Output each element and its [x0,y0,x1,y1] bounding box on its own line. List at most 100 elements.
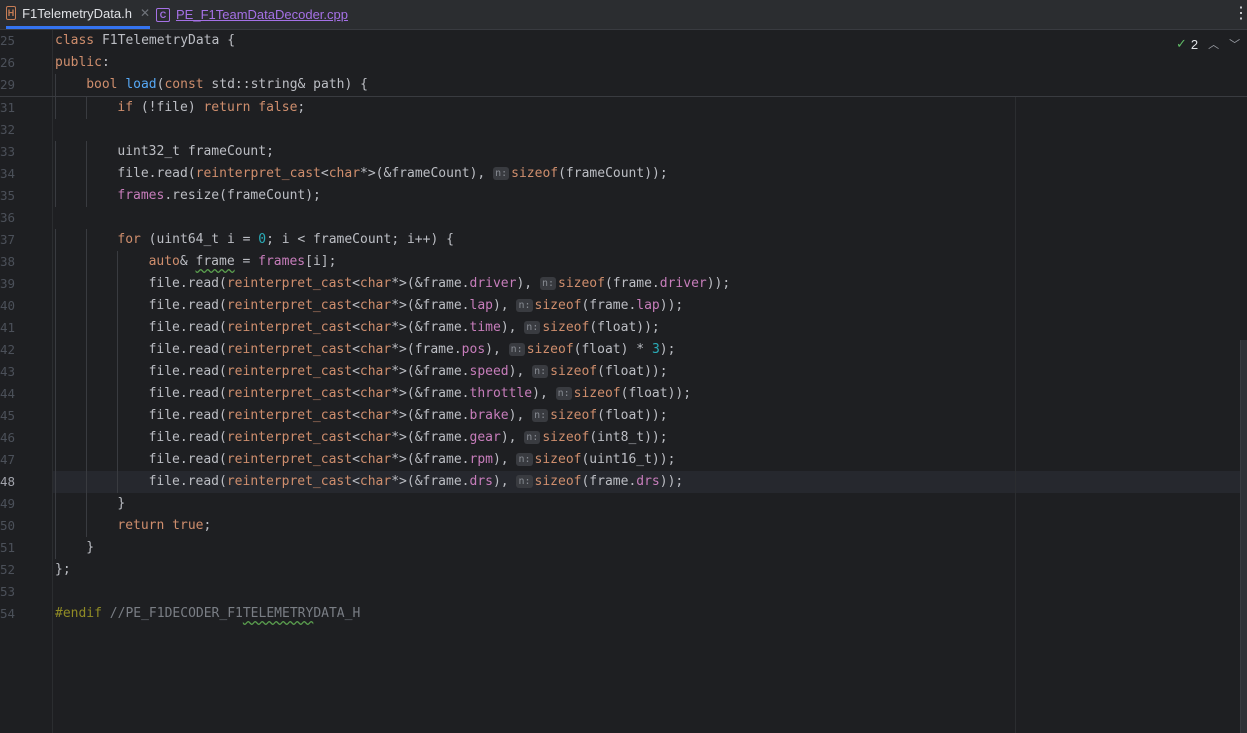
close-icon[interactable]: ✕ [140,6,150,20]
code-text: class F1TelemetryData { [55,33,236,48]
indent-guide [117,251,148,273]
line-number: 42 [0,342,16,357]
indent-guide [117,339,148,361]
indent-guide [86,449,117,471]
indent-guide [55,74,86,96]
indent-guide [117,295,148,317]
indent-guide [55,537,86,559]
editor-tab-bar: H F1TelemetryData.h ✕ C PE_F1TeamDataDec… [0,0,1247,30]
line-number: 32 [0,122,16,137]
indent-guide [117,317,148,339]
indent-guide [55,295,86,317]
vertical-scrollbar[interactable] [1240,340,1247,733]
indent-guide [86,427,117,449]
code-text: bool load(const std::string& path) { [55,74,368,96]
line-number: 40 [0,298,16,313]
line-number: 26 [0,55,16,70]
code-text: file.read(reinterpret_cast<char*>(&frame… [55,273,730,295]
line-number: 49 [0,496,16,511]
indent-guide [86,471,117,493]
indent-guide [86,163,117,185]
code-text: auto& frame = frames[i]; [55,251,336,273]
line-number: 51 [0,540,16,555]
right-margin-guide [1015,97,1016,733]
gutter-divider [52,30,53,733]
indent-guide [55,449,86,471]
line-number: 37 [0,232,16,247]
line-number: 36 [0,210,16,225]
line-number: 44 [0,386,16,401]
more-options-icon[interactable]: ⋮ [1233,6,1247,22]
indent-guide [55,493,86,515]
indent-guide [86,229,117,251]
line-number: 25 [0,33,16,48]
indent-guide [55,141,86,163]
line-number: 48 [0,474,16,489]
indent-guide [86,97,117,119]
code-text: for (uint64_t i = 0; i < frameCount; i++… [55,229,454,251]
indent-guide [86,339,117,361]
indent-guide [117,361,148,383]
indent-guide [55,427,86,449]
indent-guide [55,273,86,295]
indent-guide [55,229,86,251]
code-text: file.read(reinterpret_cast<char*>(&frame… [55,471,683,493]
line-number: 47 [0,452,16,467]
code-text: file.read(reinterpret_cast<char*>(&frame… [55,361,668,383]
check-icon: ✓ [1176,36,1187,51]
indent-guide [55,515,86,537]
chevron-down-icon[interactable]: ﹀ [1229,36,1240,52]
code-text: file.read(reinterpret_cast<char*>(&frame… [55,317,660,339]
code-text: } [55,537,94,559]
inspection-count: 2 [1190,36,1199,52]
code-text: #endif //PE_F1DECODER_F1TELEMETRYDATA_H [55,606,361,621]
tab-label: F1TelemetryData.h [22,5,132,21]
code-text: file.read(reinterpret_cast<char*>(frame.… [55,339,675,361]
line-number: 34 [0,166,16,181]
line-number: 46 [0,430,16,445]
indent-guide [55,339,86,361]
line-number: 53 [0,584,16,599]
inspections-widget[interactable]: ✓ 2 ︿ ﹀ [1176,36,1240,52]
line-number: 45 [0,408,16,423]
indent-guide [55,251,86,273]
cpp-file-icon: C [156,7,170,22]
code-text: file.read(reinterpret_cast<char*>(&frame… [55,295,683,317]
code-text: frames.resize(frameCount); [55,185,321,207]
code-text: } [55,493,125,515]
tab-pe-f1teamdatadecoder-cpp[interactable]: C PE_F1TeamDataDecoder.cpp [156,0,348,29]
line-number: 31 [0,100,16,115]
indent-guide [86,295,117,317]
indent-guide [55,405,86,427]
indent-guide [55,317,86,339]
line-number: 41 [0,320,16,335]
code-text: return true; [55,515,211,537]
line-number: 52 [0,562,16,577]
code-text: if (!file) return false; [55,97,305,119]
line-number: 43 [0,364,16,379]
code-text: file.read(reinterpret_cast<char*>(&frame… [55,427,668,449]
tab-label: PE_F1TeamDataDecoder.cpp [176,7,348,22]
code-text: file.read(reinterpret_cast<char*>(&frame… [55,405,668,427]
code-text: }; [55,562,71,577]
line-number: 33 [0,144,16,159]
indent-guide [86,515,117,537]
indent-guide [55,361,86,383]
chevron-up-icon[interactable]: ︿ [1208,36,1219,52]
indent-guide [86,361,117,383]
tab-f1telemetrydata-h[interactable]: H F1TelemetryData.h ✕ [6,0,150,29]
indent-guide [55,97,86,119]
line-number: 35 [0,188,16,203]
line-number: 29 [0,77,16,92]
indent-guide [117,449,148,471]
indent-guide [55,383,86,405]
indent-guide [86,383,117,405]
code-text: file.read(reinterpret_cast<char*>(&frame… [55,383,691,405]
code-text: public: [55,55,110,70]
code-editor[interactable]: ✓ 2 ︿ ﹀ 25 class F1TelemetryData { 26 publi… [0,30,1247,733]
line-number: 50 [0,518,16,533]
indent-guide [117,383,148,405]
indent-guide [117,405,148,427]
indent-guide [86,185,117,207]
indent-guide [86,251,117,273]
